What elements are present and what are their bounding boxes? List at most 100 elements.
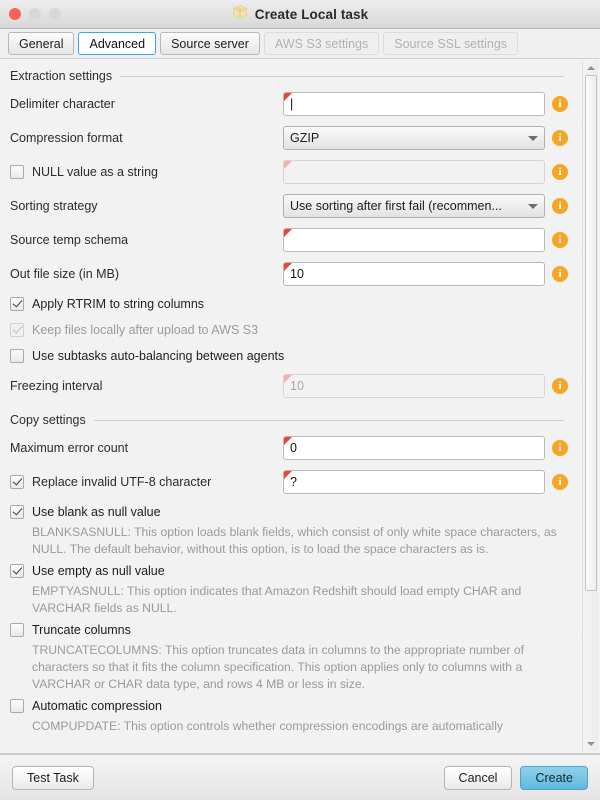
info-icon[interactable]: i bbox=[552, 232, 568, 248]
row-source-temp-schema: Source temp schema i bbox=[0, 223, 578, 257]
use-blank-as-null-value-description: BLANKSASNULL: This option loads blank fi… bbox=[32, 524, 560, 558]
truncate-columns-label: Truncate columns bbox=[32, 623, 131, 637]
field-area-max-error: 0 i bbox=[283, 436, 568, 460]
automatic-compression-checkbox[interactable] bbox=[10, 699, 24, 713]
delimiter-character-input[interactable]: | bbox=[283, 92, 545, 116]
row-sorting-strategy: Sorting strategy Use sorting after first… bbox=[0, 189, 578, 223]
section-copy-label: Copy settings bbox=[10, 413, 86, 427]
apply-rtrim-checkbox[interactable] bbox=[10, 297, 24, 311]
title-bar-center: Create Local task bbox=[0, 0, 600, 28]
chevron-down-icon bbox=[587, 742, 595, 746]
out-file-size-value: 10 bbox=[290, 267, 304, 281]
label-replace-invalid-utf8: Replace invalid UTF-8 character bbox=[10, 475, 283, 489]
truncate-columns-description: TRUNCATECOLUMNS: This option truncates d… bbox=[32, 642, 560, 693]
maximum-error-count-input[interactable]: 0 bbox=[283, 436, 545, 460]
option-use-blank-as-null-value: Use blank as null value BLANKSASNULL: Th… bbox=[0, 499, 578, 558]
use-subtasks-auto-balancing-checkbox[interactable] bbox=[10, 349, 24, 363]
dialog-footer: Test Task Cancel Create bbox=[0, 754, 600, 800]
cancel-button[interactable]: Cancel bbox=[444, 766, 513, 790]
scrollbar-track[interactable] bbox=[584, 75, 598, 737]
maximum-error-count-value: 0 bbox=[290, 441, 297, 455]
label-delimiter-character: Delimiter character bbox=[10, 97, 283, 111]
settings-panel: Extraction settings Delimiter character … bbox=[0, 59, 600, 754]
section-divider bbox=[94, 420, 564, 421]
null-value-as-string-checkbox[interactable] bbox=[10, 165, 24, 179]
footer-actions: Cancel Create bbox=[444, 766, 588, 790]
chevron-down-icon bbox=[528, 204, 538, 209]
tab-advanced[interactable]: Advanced bbox=[78, 32, 156, 55]
field-area-out-file-size: 10 i bbox=[283, 262, 568, 286]
window-title: Create Local task bbox=[255, 7, 369, 22]
delimiter-character-value: | bbox=[290, 97, 293, 111]
use-empty-as-null-value-description: EMPTYASNULL: This option indicates that … bbox=[32, 583, 560, 617]
tab-bar: General Advanced Source server AWS S3 se… bbox=[0, 29, 600, 59]
row-use-subtasks-auto-balancing[interactable]: Use subtasks auto-balancing between agen… bbox=[0, 343, 578, 369]
option-header[interactable]: Use blank as null value bbox=[10, 501, 568, 523]
chevron-up-icon bbox=[587, 66, 595, 70]
keep-files-locally-label: Keep files locally after upload to AWS S… bbox=[32, 323, 258, 337]
scroll-down-button[interactable] bbox=[583, 737, 599, 751]
null-value-as-string-label: NULL value as a string bbox=[32, 165, 158, 179]
close-window-button[interactable] bbox=[9, 8, 21, 20]
freezing-interval-value: 10 bbox=[290, 379, 304, 393]
maximize-window-button[interactable] bbox=[49, 8, 61, 20]
replace-invalid-utf8-value: ? bbox=[290, 475, 297, 489]
test-task-button[interactable]: Test Task bbox=[12, 766, 94, 790]
minimize-window-button[interactable] bbox=[29, 8, 41, 20]
option-header[interactable]: Automatic compression bbox=[10, 695, 568, 717]
info-icon[interactable]: i bbox=[552, 198, 568, 214]
info-icon[interactable]: i bbox=[552, 474, 568, 490]
vertical-scrollbar[interactable] bbox=[582, 61, 598, 751]
info-icon[interactable]: i bbox=[552, 164, 568, 180]
settings-scroll-content: Extraction settings Delimiter character … bbox=[0, 59, 578, 753]
field-area-delimiter: | i bbox=[283, 92, 568, 116]
option-header[interactable]: Use empty as null value bbox=[10, 560, 568, 582]
use-empty-as-null-value-checkbox[interactable] bbox=[10, 564, 24, 578]
package-icon bbox=[232, 4, 248, 25]
scrollbar-thumb[interactable] bbox=[585, 75, 597, 591]
null-value-as-string-input[interactable] bbox=[283, 160, 545, 184]
label-out-file-size: Out file size (in MB) bbox=[10, 267, 283, 281]
automatic-compression-label: Automatic compression bbox=[32, 699, 162, 713]
row-compression-format: Compression format GZIP i bbox=[0, 121, 578, 155]
sorting-strategy-select[interactable]: Use sorting after first fail (recommen..… bbox=[283, 194, 545, 218]
compression-format-select[interactable]: GZIP bbox=[283, 126, 545, 150]
row-out-file-size: Out file size (in MB) 10 i bbox=[0, 257, 578, 291]
info-icon[interactable]: i bbox=[552, 130, 568, 146]
scroll-up-button[interactable] bbox=[583, 61, 599, 75]
option-truncate-columns: Truncate columns TRUNCATECOLUMNS: This o… bbox=[0, 617, 578, 693]
use-blank-as-null-value-checkbox[interactable] bbox=[10, 505, 24, 519]
replace-invalid-utf8-input[interactable]: ? bbox=[283, 470, 545, 494]
required-marker-icon bbox=[284, 161, 292, 169]
source-temp-schema-input[interactable] bbox=[283, 228, 545, 252]
option-automatic-compression: Automatic compression COMPUPDATE: This o… bbox=[0, 693, 578, 735]
info-icon[interactable]: i bbox=[552, 378, 568, 394]
info-icon[interactable]: i bbox=[552, 266, 568, 282]
out-file-size-input[interactable]: 10 bbox=[283, 262, 545, 286]
info-icon[interactable]: i bbox=[552, 440, 568, 456]
field-area-temp-schema: i bbox=[283, 228, 568, 252]
create-button[interactable]: Create bbox=[520, 766, 588, 790]
use-subtasks-auto-balancing-label: Use subtasks auto-balancing between agen… bbox=[32, 349, 284, 363]
replace-invalid-utf8-checkbox[interactable] bbox=[10, 475, 24, 489]
truncate-columns-checkbox[interactable] bbox=[10, 623, 24, 637]
tab-general[interactable]: General bbox=[8, 32, 74, 55]
tab-source-ssl-settings[interactable]: Source SSL settings bbox=[383, 32, 518, 55]
row-apply-rtrim[interactable]: Apply RTRIM to string columns bbox=[0, 291, 578, 317]
row-keep-files-locally[interactable]: Keep files locally after upload to AWS S… bbox=[0, 317, 578, 343]
row-replace-invalid-utf8: Replace invalid UTF-8 character ? i bbox=[0, 465, 578, 499]
keep-files-locally-checkbox[interactable] bbox=[10, 323, 24, 337]
label-sorting-strategy: Sorting strategy bbox=[10, 199, 283, 213]
row-delimiter-character: Delimiter character | i bbox=[0, 87, 578, 121]
freezing-interval-input[interactable]: 10 bbox=[283, 374, 545, 398]
tab-source-server[interactable]: Source server bbox=[160, 32, 260, 55]
sorting-strategy-value: Use sorting after first fail (recommen..… bbox=[290, 199, 522, 213]
option-header[interactable]: Truncate columns bbox=[10, 619, 568, 641]
info-icon[interactable]: i bbox=[552, 96, 568, 112]
label-freezing-interval: Freezing interval bbox=[10, 379, 283, 393]
label-compression-format: Compression format bbox=[10, 131, 283, 145]
label-maximum-error-count: Maximum error count bbox=[10, 441, 283, 455]
field-area-sorting: Use sorting after first fail (recommen..… bbox=[283, 194, 568, 218]
tab-aws-s3-settings[interactable]: AWS S3 settings bbox=[264, 32, 379, 55]
window-controls bbox=[9, 8, 61, 20]
